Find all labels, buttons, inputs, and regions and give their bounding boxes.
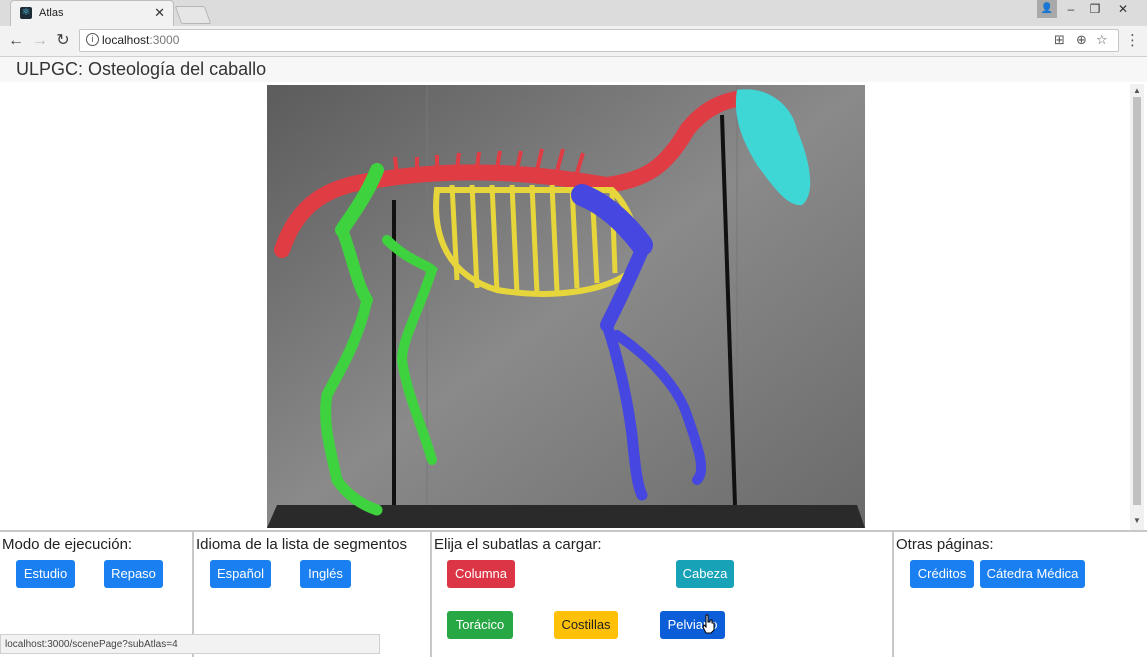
forward-arrow-icon[interactable]: → xyxy=(30,31,50,51)
restore-icon[interactable]: ❐ xyxy=(1082,0,1108,20)
page-scrollbar[interactable]: ▲ ▼ xyxy=(1130,84,1144,530)
new-tab-button[interactable] xyxy=(174,6,212,24)
subatlas-panel-title: Elija el subatlas a cargar: xyxy=(434,536,602,553)
english-button[interactable]: Inglés xyxy=(300,560,351,588)
page-header: ULPGC: Osteología del caballo xyxy=(0,57,1147,82)
language-panel-title: Idioma de la lista de segmentos xyxy=(196,536,407,553)
tab-title: Atlas xyxy=(39,7,64,19)
browser-toolbar: ← → ↻ i localhost:3000 ⊞ ⊕ ☆ ⋮ xyxy=(0,26,1147,57)
skeleton-viewer[interactable] xyxy=(267,85,865,528)
scroll-up-icon[interactable]: ▲ xyxy=(1133,86,1141,95)
browser-menu-icon[interactable]: ⋮ xyxy=(1125,31,1140,49)
back-arrow-icon[interactable]: ← xyxy=(6,31,26,51)
window-close-icon[interactable]: ✕ xyxy=(1110,0,1136,20)
other-pages-panel-title: Otras páginas: xyxy=(896,536,994,553)
column-button[interactable]: Columna xyxy=(447,560,515,588)
credits-button[interactable]: Créditos xyxy=(910,560,974,588)
hand-cursor-icon xyxy=(702,614,715,634)
url-text[interactable]: localhost:3000 xyxy=(102,33,179,47)
ribs-button[interactable]: Costillas xyxy=(554,611,618,639)
thoracic-button[interactable]: Torácico xyxy=(447,611,513,639)
profile-icon[interactable]: 👤 xyxy=(1037,0,1057,18)
zoom-icon[interactable]: ⊕ xyxy=(1076,32,1087,48)
medical-chair-button[interactable]: Cátedra Médica xyxy=(980,560,1085,588)
head-button[interactable]: Cabeza xyxy=(676,560,734,588)
other-pages-panel: Otras páginas: Créditos Cátedra Médica xyxy=(894,532,1145,657)
bookmark-star-icon[interactable]: ☆ xyxy=(1096,32,1108,48)
address-bar[interactable]: i localhost:3000 ⊞ ⊕ ☆ xyxy=(79,29,1119,52)
mode-panel-title: Modo de ejecución: xyxy=(2,536,133,553)
subatlas-panel: Elija el subatlas a cargar: Columna Cabe… xyxy=(432,532,894,657)
page-title: ULPGC: Osteología del caballo xyxy=(16,59,267,79)
scroll-down-icon[interactable]: ▼ xyxy=(1133,516,1141,525)
minimize-icon[interactable]: – xyxy=(1058,0,1084,20)
browser-tab[interactable]: ⚛ Atlas ✕ xyxy=(10,0,174,27)
react-favicon-icon: ⚛ xyxy=(20,7,32,19)
horse-skeleton-image[interactable] xyxy=(267,85,865,528)
translate-icon[interactable]: ⊞ xyxy=(1054,32,1065,48)
study-button[interactable]: Estudio xyxy=(16,560,75,588)
info-icon[interactable]: i xyxy=(86,33,99,46)
link-status-bar: localhost:3000/scenePage?subAtlas=4 xyxy=(0,634,380,654)
review-button[interactable]: Repaso xyxy=(104,560,163,588)
spanish-button[interactable]: Español xyxy=(210,560,271,588)
scroll-thumb[interactable] xyxy=(1133,97,1141,505)
browser-tabstrip: ⚛ Atlas ✕ 👤 – ❐ ✕ xyxy=(0,0,1147,27)
reload-icon[interactable]: ↻ xyxy=(53,31,73,51)
tab-close-icon[interactable]: ✕ xyxy=(154,5,165,21)
